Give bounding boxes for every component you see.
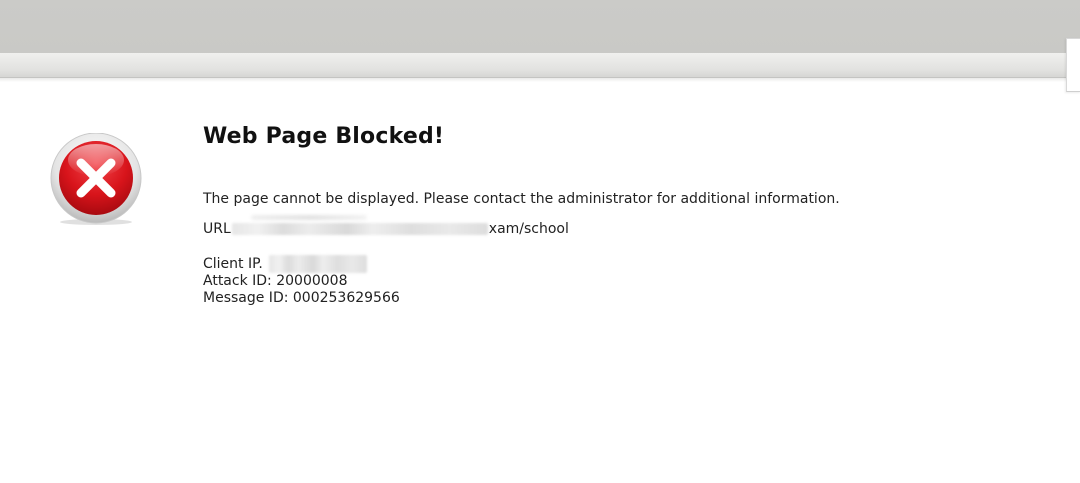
redacted-client-ip [268, 255, 367, 273]
block-message: The page cannot be displayed. Please con… [203, 191, 840, 207]
message-id-label: Message ID: [203, 290, 289, 306]
attack-id-label: Attack ID: [203, 273, 272, 289]
attack-id-value: 20000008 [276, 273, 348, 289]
block-page-content: Web Page Blocked! The page cannot be dis… [203, 124, 1003, 306]
url-suffix: xam/school [488, 221, 569, 237]
attack-id-row: Attack ID: 20000008 [203, 273, 400, 290]
toolbar-divider [0, 78, 1068, 82]
page-title: Web Page Blocked! [203, 124, 445, 149]
client-ip-label: Client IP. [203, 256, 263, 272]
redacted-url [231, 223, 488, 235]
browser-side-panel [1066, 38, 1080, 92]
message-id-value: 000253629566 [292, 290, 400, 306]
client-ip-row: Client IP. [203, 255, 400, 273]
browser-chrome-top [0, 0, 1080, 53]
redacted-url-artifact [251, 215, 367, 220]
blocked-url-line: URL xam/school [203, 215, 569, 237]
error-x-icon [50, 133, 142, 225]
request-details: Client IP. Attack ID: 20000008 Message I… [203, 255, 400, 307]
message-id-row: Message ID: 000253629566 [203, 290, 400, 307]
browser-toolbar [0, 53, 1068, 78]
url-label: URL [203, 221, 231, 237]
